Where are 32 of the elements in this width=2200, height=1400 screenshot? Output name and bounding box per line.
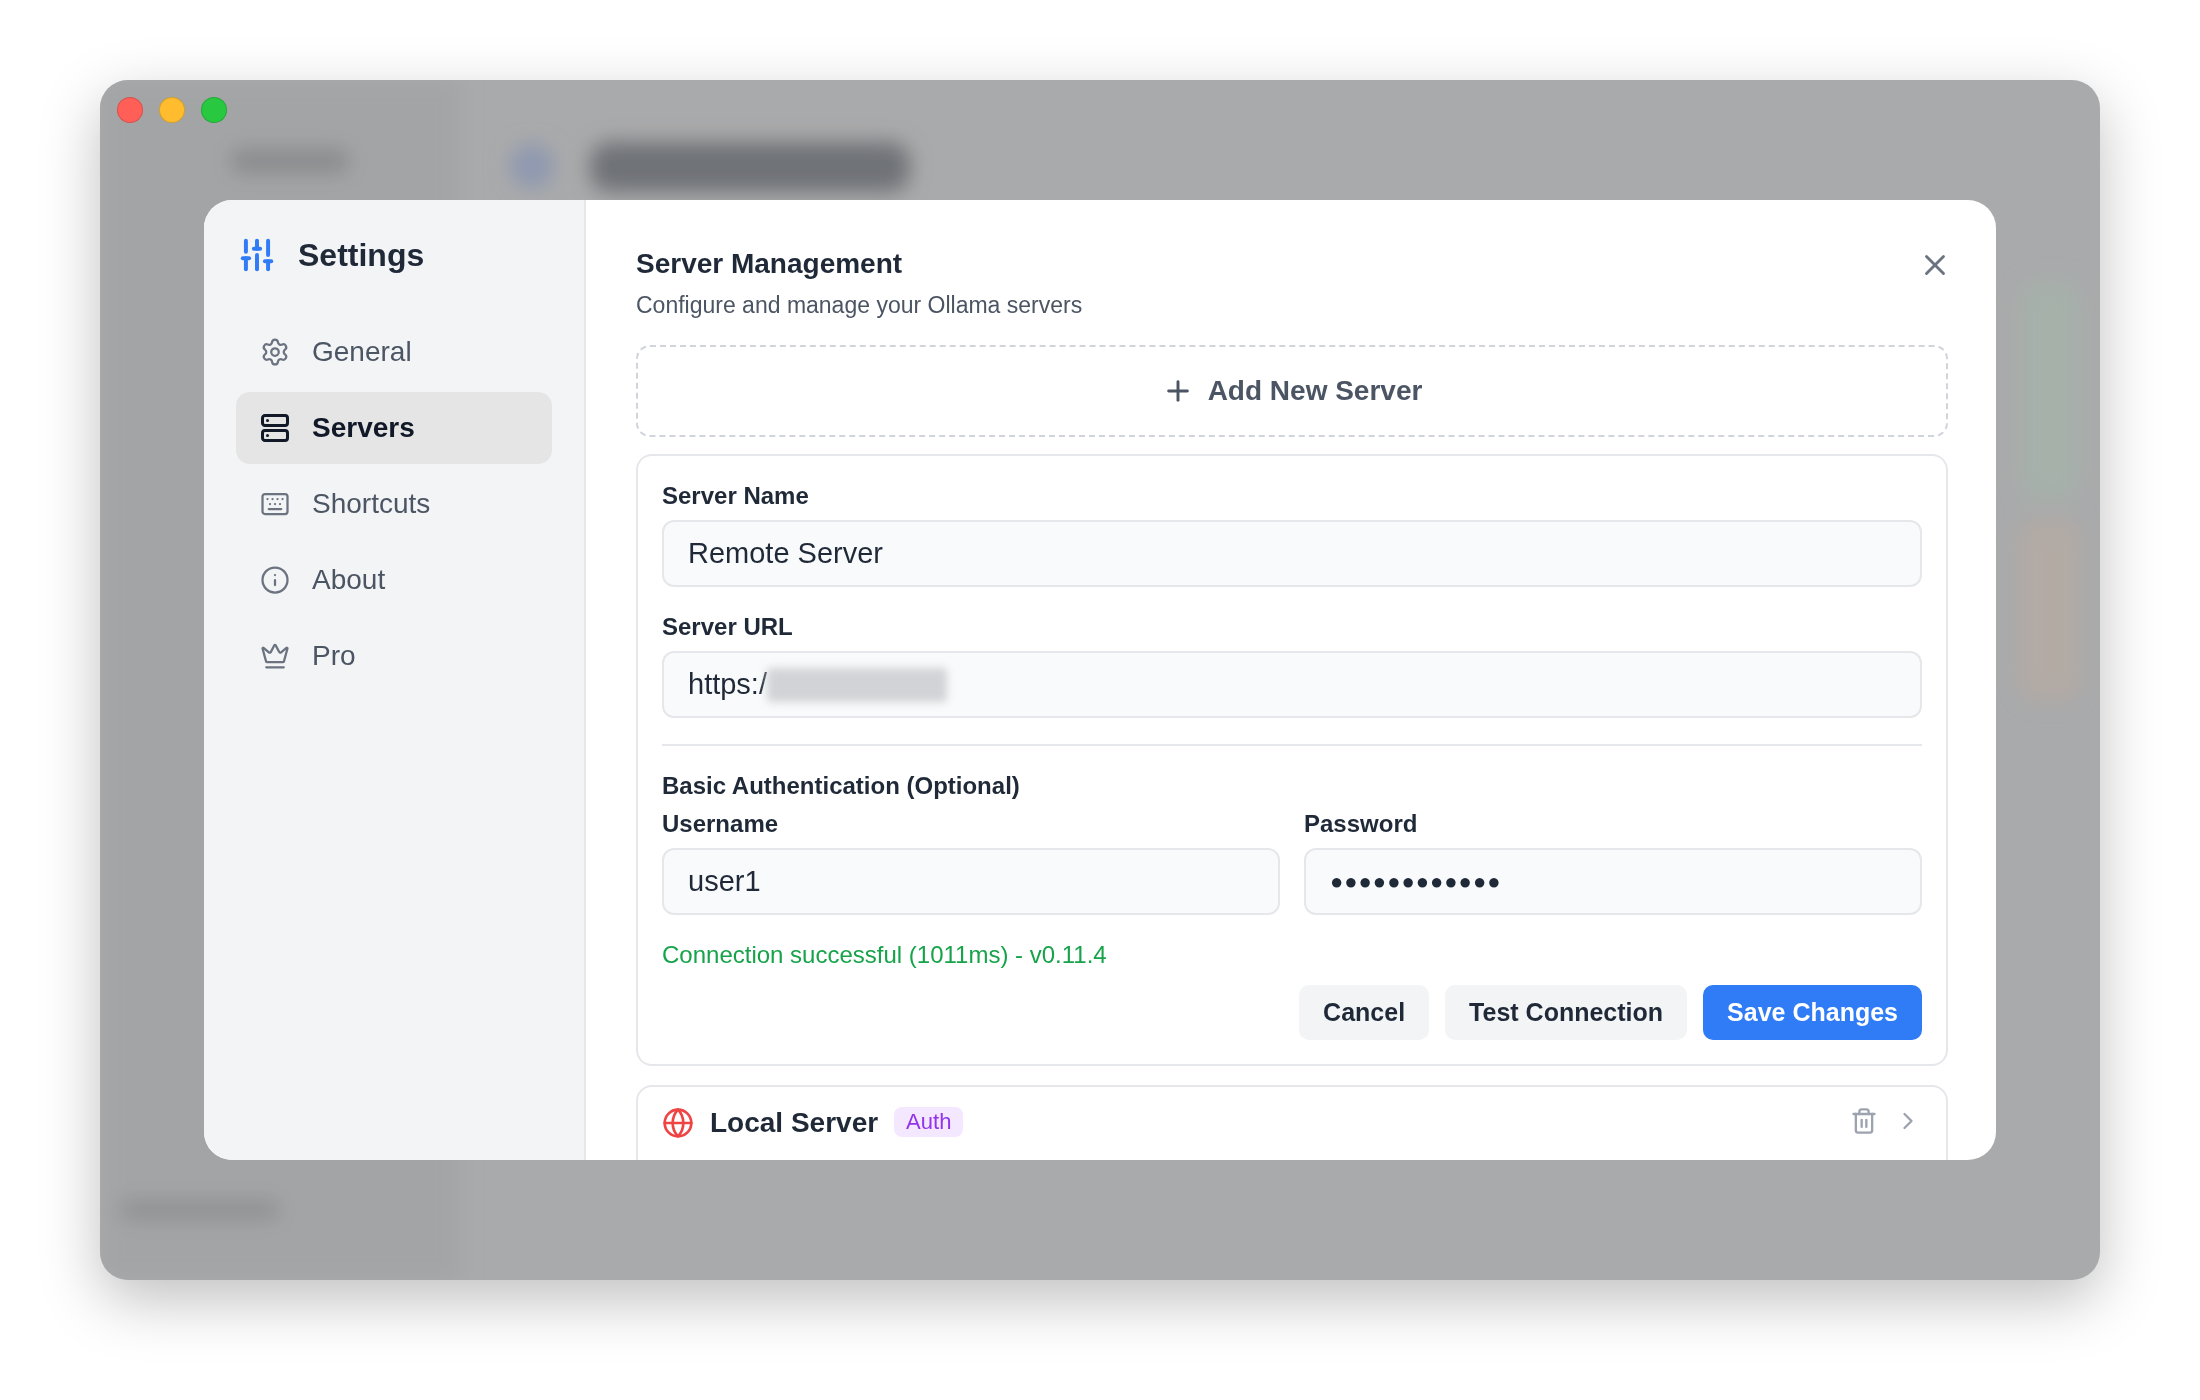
sliders-icon xyxy=(238,236,276,274)
field-label: Server Name xyxy=(662,482,810,510)
action-button[interactable]: Test Connection xyxy=(1445,985,1688,1040)
sidebar-item[interactable]: General xyxy=(236,316,552,388)
trash-icon[interactable] xyxy=(1850,1107,1878,1135)
sidebar-item[interactable]: Pro xyxy=(236,620,552,692)
password-field[interactable]: ●●●●●●●●●●●● xyxy=(1304,848,1922,915)
panel-subtitle: Configure and manage your Ollama servers xyxy=(636,292,1083,319)
add-server-button[interactable]: Add New Server xyxy=(636,345,1948,437)
sidebar-title: Settings xyxy=(298,236,425,274)
panel-title: Server Management xyxy=(636,248,903,280)
sidebar-item[interactable]: Shortcuts xyxy=(236,468,552,540)
section-label: Basic Authentication (Optional) xyxy=(662,772,1021,800)
server-name: Local Server xyxy=(710,1107,879,1139)
server-card[interactable]: Local Server Auth xyxy=(636,1085,1948,1160)
action-button[interactable]: Cancel xyxy=(1299,985,1430,1040)
save-button[interactable]: Save Changes xyxy=(1703,985,1922,1040)
info-icon xyxy=(260,565,290,595)
field-label: Server URL xyxy=(662,613,794,641)
status-message: Connection successful (1011ms) - v0.11.4 xyxy=(662,941,1108,969)
auth-badge: Auth xyxy=(894,1107,964,1137)
sidebar-item[interactable]: Servers xyxy=(236,392,552,464)
field-label: Password xyxy=(1304,810,1419,838)
input-field[interactable]: Remote Server xyxy=(662,520,1922,587)
crown-icon xyxy=(260,641,290,671)
sidebar-item[interactable]: About xyxy=(236,544,552,616)
input-field[interactable]: https:/ xyxy=(662,651,1922,718)
globe-icon xyxy=(662,1107,694,1139)
input-field[interactable]: user1 xyxy=(662,848,1280,915)
gear-icon xyxy=(260,337,290,367)
field-label: Username xyxy=(662,810,780,838)
server-icon xyxy=(260,413,290,443)
